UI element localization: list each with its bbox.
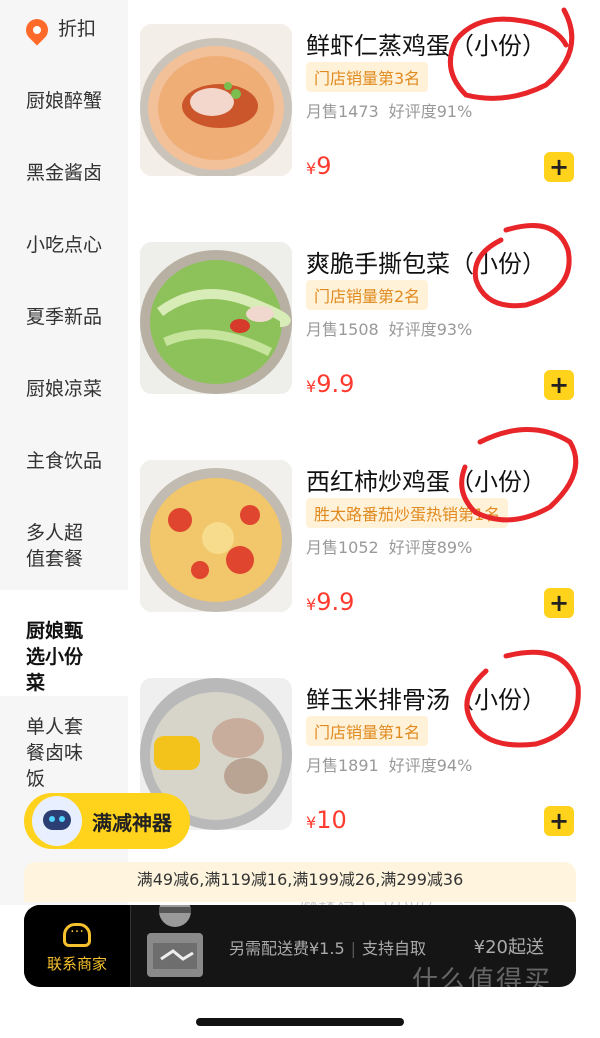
product-card[interactable]: 爽脆手撕包菜（小份） 门店销量第2名 月售1508 好评度93% ¥9.9 + [140, 242, 580, 432]
sales-rank-badge: 门店销量第3名 [306, 62, 429, 92]
sidebar-item-black-gold[interactable]: 黑金酱卤 [0, 160, 128, 186]
sidebar-item-label: 主食饮品 [26, 450, 103, 472]
price-value: 9 [316, 152, 332, 180]
add-to-cart-button[interactable]: + [544, 370, 574, 400]
category-sidebar: 折扣 厨娘醉蟹 黑金酱卤 小吃点心 夏季新品 厨娘凉菜 主食饮品 多人超值套餐 … [0, 0, 128, 905]
currency-symbol: ¥ [306, 159, 317, 178]
product-stats: 月售1891 好评度94% [306, 752, 472, 776]
sidebar-item-drunk-crab[interactable]: 厨娘醉蟹 [0, 88, 128, 114]
sidebar-item-staples-drinks[interactable]: 主食饮品 [0, 448, 128, 474]
product-name: 爽脆手撕包菜（小份） [306, 250, 546, 278]
product-image-steamed-egg[interactable] [140, 24, 292, 176]
add-to-cart-button[interactable]: + [544, 152, 574, 182]
sidebar-item-group-sets[interactable]: 多人超值套餐 [0, 520, 110, 572]
currency-symbol: ¥ [306, 377, 317, 396]
product-card[interactable]: 鲜玉米排骨汤（小份） 门店销量第1名 月售1891 好评度94% ¥10 + [140, 678, 580, 868]
promo-label: 满减神器 [92, 810, 172, 835]
product-stats: 月售1473 好评度91% [306, 98, 472, 122]
product-stats: 月售1052 好评度89% [306, 534, 472, 558]
product-image-tomato-egg[interactable] [140, 460, 292, 612]
sidebar-item-discount[interactable]: 折扣 [0, 13, 128, 46]
sidebar-item-label: 厨娘凉菜 [26, 378, 103, 400]
product-name: 鲜虾仁蒸鸡蛋（小份） [306, 32, 546, 60]
courier-illustration [147, 905, 203, 977]
price-value: 9.9 [316, 370, 355, 398]
monthly-sales: 月售1891 [306, 756, 379, 775]
minimum-order: ¥20起送 [473, 937, 544, 958]
sales-rank-badge: 门店销量第1名 [306, 716, 429, 746]
monthly-sales: 月售1052 [306, 538, 379, 557]
sales-rank-badge: 胜太路番茄炒蛋热销第1名 [306, 498, 509, 528]
robot-mascot-icon [32, 796, 82, 846]
product-name: 鲜玉米排骨汤（小份） [306, 686, 546, 714]
contact-merchant-button[interactable]: 联系商家 [24, 905, 131, 987]
sidebar-item-small-dishes[interactable]: 厨娘甄选小份菜 [0, 618, 128, 696]
currency-symbol: ¥ [306, 813, 317, 832]
sales-rank-badge: 门店销量第2名 [306, 280, 429, 310]
sidebar-item-label: 单人套餐卤味饭 [26, 716, 84, 790]
sidebar-item-label: 多人超值套餐 [26, 522, 84, 570]
sidebar-item-label: 厨娘甄选小份菜 [26, 620, 84, 694]
rating: 好评度94% [388, 756, 473, 775]
monthly-sales: 月售1473 [306, 102, 379, 121]
price-value: 9.9 [316, 588, 355, 616]
sidebar-item-single-sets[interactable]: 单人套餐卤味饭 [0, 714, 128, 792]
price-value: 10 [316, 806, 347, 834]
sidebar-item-label: 黑金酱卤 [26, 162, 103, 184]
add-to-cart-button[interactable]: + [544, 588, 574, 618]
sidebar-item-label: 夏季新品 [26, 306, 103, 328]
location-pin-icon [21, 13, 53, 46]
promo-helper-button[interactable]: 满减神器 [24, 793, 190, 849]
add-to-cart-button[interactable]: + [544, 806, 574, 836]
delivery-info: 另需配送费¥1.5 | 支持自取 [229, 939, 427, 958]
product-image-cabbage[interactable] [140, 242, 292, 394]
product-name: 西红柿炒鸡蛋（小份） [306, 468, 546, 496]
sidebar-item-label: 折扣 [58, 18, 97, 40]
chat-icon [63, 920, 91, 947]
product-price: ¥10 [306, 806, 347, 834]
product-card[interactable]: 鲜虾仁蒸鸡蛋（小份） 门店销量第3名 月售1473 好评度91% ¥9 + [140, 24, 580, 214]
product-card[interactable]: 西红柿炒鸡蛋（小份） 胜太路番茄炒蛋热销第1名 月售1052 好评度89% ¥9.… [140, 460, 580, 650]
currency-symbol: ¥ [306, 595, 317, 614]
monthly-sales: 月售1508 [306, 320, 379, 339]
sidebar-item-summer-new[interactable]: 夏季新品 [0, 304, 128, 330]
sidebar-item-label: 厨娘醉蟹 [26, 90, 103, 112]
discount-rules: 满49减6,满119减16,满199减26,满299减36 [24, 862, 576, 902]
sidebar-item-snacks[interactable]: 小吃点心 [0, 232, 128, 258]
product-stats: 月售1508 好评度93% [306, 316, 472, 340]
pickup-support: 支持自取 [362, 939, 427, 958]
rating: 好评度89% [388, 538, 473, 557]
rating: 好评度91% [388, 102, 473, 121]
watermark: 什么值得买 [412, 966, 553, 996]
sidebar-item-cold-dishes[interactable]: 厨娘凉菜 [0, 376, 128, 402]
product-price: ¥9 [306, 152, 331, 180]
contact-label: 联系商家 [46, 955, 107, 973]
sidebar-item-label: 小吃点心 [26, 234, 103, 256]
product-price: ¥9.9 [306, 588, 354, 616]
product-price: ¥9.9 [306, 370, 354, 398]
delivery-fee: 另需配送费¥1.5 [229, 939, 345, 958]
rating: 好评度93% [388, 320, 473, 339]
home-indicator[interactable] [196, 1018, 404, 1026]
